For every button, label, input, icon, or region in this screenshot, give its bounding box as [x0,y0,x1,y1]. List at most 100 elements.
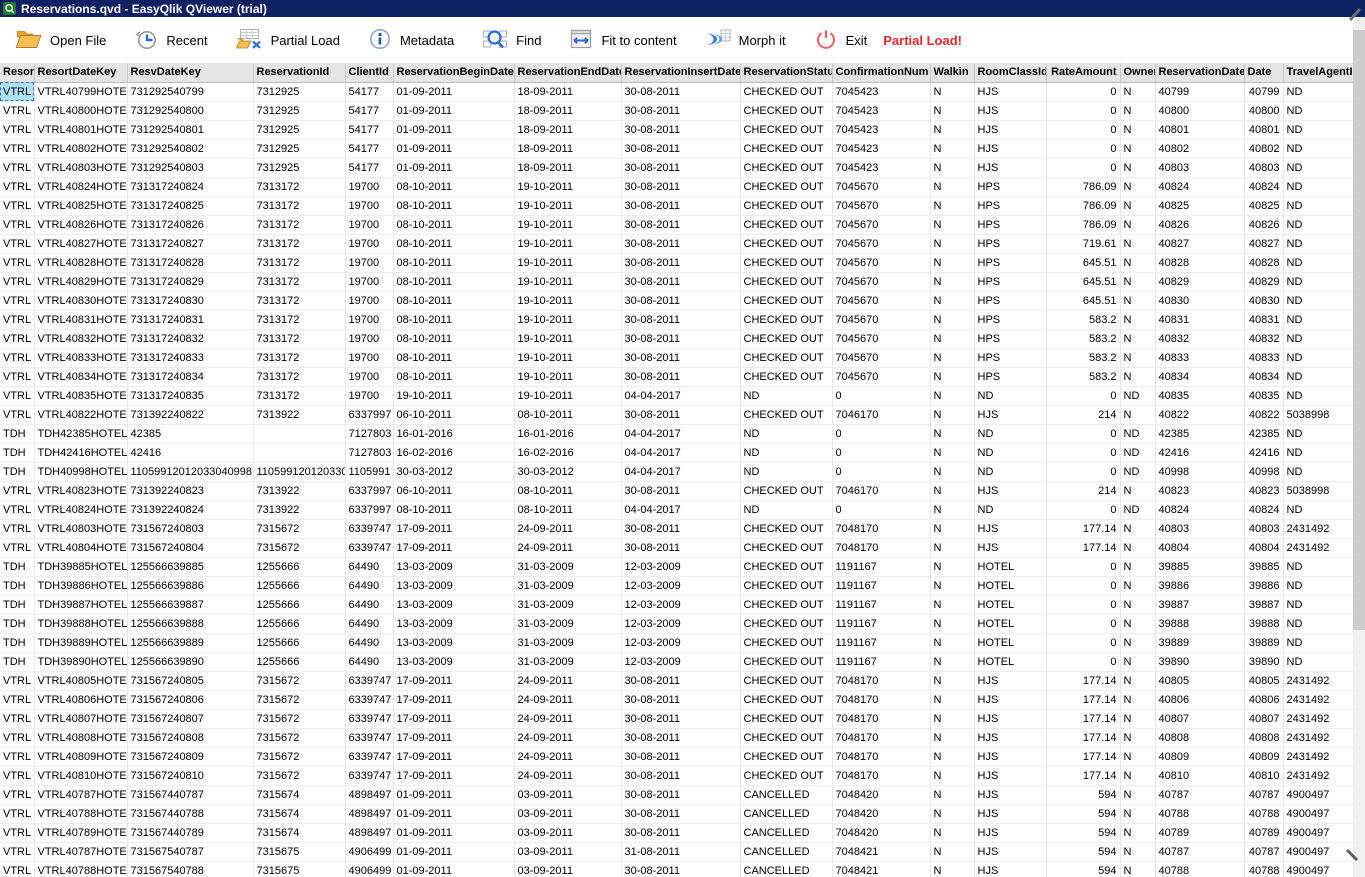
cell[interactable]: VTRL40803HOTEL [34,158,128,178]
cell[interactable]: 17-09-2011 [393,519,515,539]
cell[interactable]: 13-03-2009 [393,614,515,634]
cell[interactable]: N [930,158,975,178]
cell[interactable]: 40823 [1155,481,1245,501]
cell[interactable]: 4898497 [345,785,394,805]
cell[interactable]: 7048170 [832,747,931,767]
cell[interactable]: N [930,481,975,501]
cell[interactable]: 40801 [1155,120,1245,140]
cell[interactable]: N [1120,728,1156,748]
cell[interactable]: N [930,196,975,216]
cell[interactable]: CANCELLED [740,861,833,877]
cell[interactable]: ND [1283,557,1354,577]
cell[interactable]: 31-03-2009 [514,595,622,615]
cell[interactable]: ND [1120,386,1156,406]
cell[interactable]: 08-10-2011 [393,329,515,349]
cell[interactable]: TDH [0,595,35,615]
cell[interactable]: 0 [1046,386,1121,406]
cell[interactable]: 2431492 [1283,538,1354,558]
cell[interactable]: VTRL [0,747,35,767]
cell[interactable]: VTRL [0,861,35,877]
cell[interactable]: 731317240829 [127,272,254,292]
cell[interactable]: 0 [1046,614,1121,634]
cell[interactable]: HJS [974,766,1047,786]
cell[interactable]: 08-10-2011 [393,253,515,273]
cell[interactable]: 30-08-2011 [621,690,741,710]
cell[interactable]: 40805 [1155,671,1245,691]
recent-button[interactable]: Recent [133,27,208,54]
cell[interactable]: 2431492 [1283,519,1354,539]
cell[interactable]: ND [1283,253,1354,273]
cell[interactable]: N [930,272,975,292]
cell[interactable]: VTRL40831HOTEL [34,310,128,330]
cell[interactable]: VTRL [0,101,35,121]
cell[interactable]: N [930,747,975,767]
cell[interactable]: 583.2 [1046,348,1121,368]
column-header-reservationdate[interactable]: ReservationDate [1155,63,1245,83]
cell[interactable]: VTRL40787HOTEL [34,785,128,805]
cell[interactable]: N [930,329,975,349]
cell[interactable]: 12-03-2009 [621,595,741,615]
cell[interactable]: ND [740,462,833,482]
cell[interactable]: 64490 [345,576,394,596]
cell[interactable]: 40788 [1155,861,1245,877]
cell[interactable]: 40834 [1155,367,1245,387]
cell[interactable]: HPS [974,272,1047,292]
cell[interactable]: 177.14 [1046,671,1121,691]
cell[interactable]: TDH [0,576,35,596]
cell[interactable]: N [930,690,975,710]
cell[interactable]: 30-08-2011 [621,310,741,330]
cell[interactable]: HOTEL [974,557,1047,577]
cell[interactable]: N [1120,709,1156,729]
cell[interactable]: 39887 [1155,595,1245,615]
cell[interactable]: 4906499 [345,842,394,862]
cell[interactable]: VTRL [0,500,35,520]
cell[interactable]: 40804 [1244,538,1284,558]
cell[interactable]: 7313172 [253,196,346,216]
cell[interactable]: 7045670 [832,196,931,216]
cell[interactable]: CANCELLED [740,785,833,805]
cell[interactable]: 01-09-2011 [393,101,515,121]
cell[interactable]: 7315674 [253,804,346,824]
cell[interactable]: 03-09-2011 [514,823,622,843]
cell[interactable]: 7045423 [832,139,931,159]
cell[interactable]: 731567540787 [127,842,254,862]
cell[interactable]: N [930,367,975,387]
cell[interactable]: 42385 [127,424,254,444]
cell[interactable]: ND [1283,139,1354,159]
cell[interactable]: 214 [1046,481,1121,501]
cell[interactable]: N [930,291,975,311]
column-header-roomclassid[interactable]: RoomClassId [974,63,1047,83]
cell[interactable]: ND [1120,443,1156,463]
cell[interactable]: VTRL [0,671,35,691]
cell[interactable]: 39887 [1244,595,1284,615]
cell[interactable]: 40803 [1244,519,1284,539]
cell[interactable]: 731292540803 [127,158,254,178]
cell[interactable]: 64490 [345,557,394,577]
cell[interactable]: HJS [974,690,1047,710]
cell[interactable]: HOTEL [974,652,1047,672]
cell[interactable]: VTRL40827HOTEL [34,234,128,254]
cell[interactable]: 7315672 [253,519,346,539]
cell[interactable]: N [930,405,975,425]
cell[interactable]: 40825 [1155,196,1245,216]
cell[interactable]: 19-10-2011 [393,386,515,406]
cell[interactable]: 42416 [127,443,254,463]
cell[interactable]: 6339747 [345,766,394,786]
cell[interactable]: 786.09 [1046,196,1121,216]
cell[interactable]: 4900497 [1283,842,1354,862]
cell[interactable]: 0 [1046,652,1121,672]
cell[interactable]: ND [1283,234,1354,254]
cell[interactable]: 214 [1046,405,1121,425]
cell[interactable]: 40808 [1244,728,1284,748]
cell[interactable]: 731292540799 [127,82,254,102]
cell[interactable]: VTRL [0,291,35,311]
cell[interactable]: 125566639885 [127,557,254,577]
cell[interactable]: 30-08-2011 [621,519,741,539]
cell[interactable]: CANCELLED [740,804,833,824]
cell[interactable]: 0 [832,500,931,520]
cell[interactable]: 04-04-2017 [621,443,741,463]
cell[interactable]: 0 [1046,158,1121,178]
cell[interactable]: 39886 [1244,576,1284,596]
cell[interactable]: VTRL40824HOTEL [34,500,128,520]
cell[interactable]: 7313172 [253,348,346,368]
